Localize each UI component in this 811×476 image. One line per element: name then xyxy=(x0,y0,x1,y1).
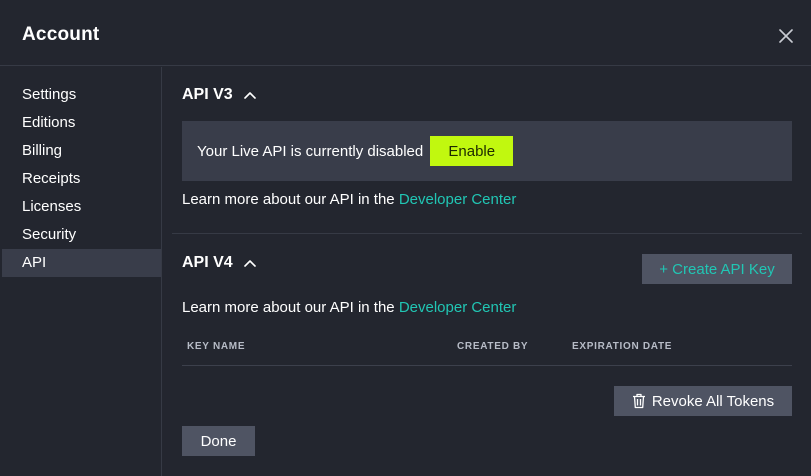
api-v4-title: API V4 xyxy=(182,254,233,271)
api-v3-section-toggle[interactable]: API V3 xyxy=(182,86,257,104)
developer-center-link[interactable]: Developer Center xyxy=(399,299,517,316)
column-header-created-by[interactable]: CREATED BY xyxy=(457,341,528,352)
section-divider xyxy=(172,233,802,234)
column-header-expiration-date[interactable]: EXPIRATION DATE xyxy=(572,341,672,352)
trash-icon xyxy=(632,393,645,409)
column-header-key-name[interactable]: KEY NAME xyxy=(187,341,245,352)
api-v4-learn-more: Learn more about our API in the Develope… xyxy=(182,299,516,316)
close-icon xyxy=(779,29,793,43)
api-v3-title: API V3 xyxy=(182,86,233,103)
sidebar-item-receipts[interactable]: Receipts xyxy=(2,165,161,193)
account-dialog: Account Settings Editions Billing Receip… xyxy=(0,0,811,476)
learn-more-text: Learn more about our API in the xyxy=(182,299,399,316)
sidebar-item-settings[interactable]: Settings xyxy=(2,81,161,109)
sidebar: Settings Editions Billing Receipts Licen… xyxy=(0,67,162,476)
done-button[interactable]: Done xyxy=(182,426,255,456)
developer-center-link[interactable]: Developer Center xyxy=(399,191,517,208)
learn-more-text: Learn more about our API in the xyxy=(182,191,399,208)
sidebar-item-billing[interactable]: Billing xyxy=(2,137,161,165)
api-v3-learn-more: Learn more about our API in the Develope… xyxy=(182,191,516,208)
sidebar-item-licenses[interactable]: Licenses xyxy=(2,193,161,221)
chevron-up-icon xyxy=(243,260,256,267)
revoke-all-tokens-button[interactable]: Revoke All Tokens xyxy=(614,386,792,416)
sidebar-item-api[interactable]: API xyxy=(2,249,161,277)
enable-button[interactable]: Enable xyxy=(430,136,514,166)
table-header-divider xyxy=(182,365,792,366)
sidebar-item-editions[interactable]: Editions xyxy=(2,109,161,137)
create-api-key-button[interactable]: + Create API Key xyxy=(642,254,792,284)
revoke-all-tokens-label: Revoke All Tokens xyxy=(651,392,775,410)
main-content: API V3 Your Live API is currently disabl… xyxy=(163,67,811,476)
api-v4-section-toggle[interactable]: API V4 xyxy=(182,254,257,272)
sidebar-item-security[interactable]: Security xyxy=(2,221,161,249)
api-v3-status-banner: Your Live API is currently disabled Enab… xyxy=(182,121,792,181)
chevron-up-icon xyxy=(243,92,256,99)
api-status-text: Your Live API is currently disabled xyxy=(197,142,424,160)
close-button[interactable] xyxy=(772,24,800,48)
dialog-header: Account xyxy=(0,0,811,66)
dialog-title: Account xyxy=(22,24,100,45)
